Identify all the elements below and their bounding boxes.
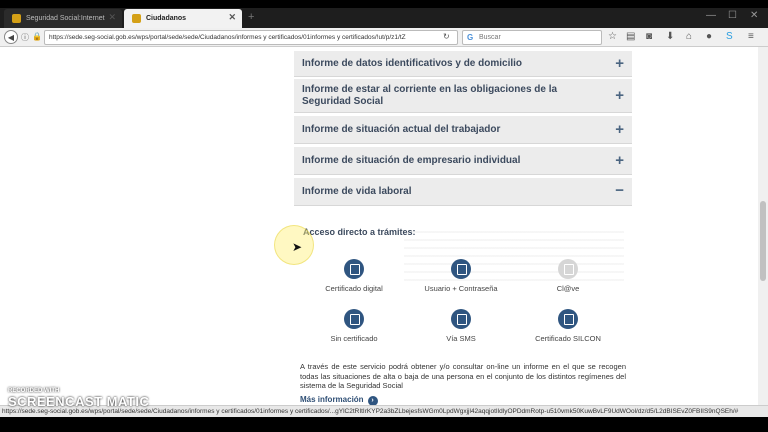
clave-icon (558, 259, 578, 279)
user-lock-icon (451, 259, 471, 279)
collapse-minus-icon[interactable]: − (615, 182, 624, 199)
tile-label: Vía SMS (446, 334, 476, 343)
accordion-item-vida-laboral[interactable]: Informe de vida laboral − (294, 178, 632, 206)
chat-icon[interactable]: ● (706, 31, 712, 42)
screencast-watermark: RECORDED WITH SCREENCAST MATIC (8, 388, 149, 409)
more-info-label: Más información (300, 395, 364, 404)
close-window-icon[interactable]: ✕ (750, 10, 758, 21)
mobile-icon (451, 309, 471, 329)
search-engine-icon: G (467, 33, 474, 42)
reports-panel: Informe de datos identificativos y de do… (294, 47, 632, 406)
tab-ciudadanos[interactable]: Ciudadanos ✕ (124, 9, 242, 28)
site-favicon-icon (12, 14, 21, 23)
accordion-label: Informe de estar al corriente en las obl… (302, 84, 558, 107)
accordion-item-datos-identificativos[interactable]: Informe de datos identificativos y de do… (294, 51, 632, 77)
tile-label: Usuario + Contraseña (424, 284, 498, 293)
scrollbar-thumb[interactable] (760, 201, 766, 281)
certificate-icon (344, 259, 364, 279)
service-description: A través de este servicio podrá obtener … (300, 362, 626, 390)
expand-plus-icon[interactable]: + (615, 87, 624, 104)
expand-plus-icon[interactable]: + (615, 55, 624, 72)
tile-certificado-silcon[interactable]: Certificado SILCON (523, 309, 613, 343)
tile-label: Cl@ve (556, 284, 580, 293)
accordion-item-empresario-individual[interactable]: Informe de situación de empresario indiv… (294, 147, 632, 175)
no-certificate-icon (344, 309, 364, 329)
search-placeholder: Buscar (479, 34, 501, 41)
accordion-item-estar-al-corriente[interactable]: Informe de estar al corriente en las obl… (294, 79, 632, 113)
site-favicon-icon (132, 14, 141, 23)
tile-clave[interactable]: Cl@ve (523, 259, 613, 293)
accordion-label: Informe de situación actual del trabajad… (302, 124, 501, 135)
expand-plus-icon[interactable]: + (615, 121, 624, 138)
tab-title: Ciudadanos (146, 15, 187, 22)
close-tab-icon[interactable]: ✕ (228, 12, 236, 23)
new-tab-icon[interactable]: + (248, 11, 254, 23)
expand-plus-icon[interactable]: + (615, 152, 624, 169)
close-tab-icon[interactable]: ✕ (108, 12, 116, 23)
menu-icon[interactable]: ≡ (748, 31, 754, 42)
tab-title: Seguridad Social:Internet (26, 15, 105, 22)
reload-icon[interactable]: ↻ (443, 32, 450, 41)
back-button[interactable]: ◀ (4, 30, 18, 44)
watermark-brand: SCREENCAST MATIC (8, 394, 150, 409)
minimize-icon[interactable]: — (706, 10, 716, 21)
page-scrollbar[interactable] (758, 47, 768, 405)
url-field[interactable]: https://sede.seg-social.gob.es/wps/porta… (44, 30, 458, 45)
skype-icon[interactable]: S (726, 31, 733, 42)
tile-label: Sin certificado (330, 334, 378, 343)
section-title: Acceso directo a trámites: (303, 227, 416, 237)
tab-bar: Seguridad Social:Internet ✕ Ciudadanos ✕… (0, 8, 768, 28)
pocket-icon[interactable]: ◙ (646, 31, 652, 42)
tile-label: Certificado SILCON (535, 334, 601, 343)
maximize-icon[interactable]: ☐ (728, 10, 737, 21)
page-content: Informe de datos identificativos y de do… (0, 47, 768, 406)
tile-via-sms[interactable]: Vía SMS (416, 309, 506, 343)
bookmark-star-icon[interactable]: ☆ (608, 31, 617, 42)
accordion-label: Informe de datos identificativos y de do… (302, 58, 523, 69)
lock-icon: 🔒 (32, 32, 42, 41)
tab-seguridad-social[interactable]: Seguridad Social:Internet ✕ (4, 9, 122, 28)
accordion-label: Informe de vida laboral (302, 186, 412, 197)
accordion-item-situacion-trabajador[interactable]: Informe de situación actual del trabajad… (294, 116, 632, 144)
tile-usuario-contrasena[interactable]: Usuario + Contraseña (416, 259, 506, 293)
tile-certificado-digital[interactable]: Certificado digital (309, 259, 399, 293)
accordion-label: Informe de situación de empresario indiv… (302, 155, 521, 166)
silcon-icon (558, 309, 578, 329)
tile-label: Certificado digital (325, 284, 383, 293)
search-input[interactable]: G Buscar (462, 30, 602, 45)
mouse-pointer-icon: ➤ (292, 240, 303, 254)
screen: Seguridad Social:Internet ✕ Ciudadanos ✕… (0, 0, 768, 432)
nav-bar: ◀ ⓘ 🔒 https://sede.seg-social.gob.es/wps… (0, 28, 768, 47)
tile-sin-certificado[interactable]: Sin certificado (309, 309, 399, 343)
home-icon[interactable]: ⌂ (686, 31, 692, 42)
download-icon[interactable]: ⬇ (666, 31, 674, 42)
reading-list-icon[interactable]: ▤ (626, 31, 635, 42)
info-icon[interactable]: ⓘ (21, 32, 29, 43)
